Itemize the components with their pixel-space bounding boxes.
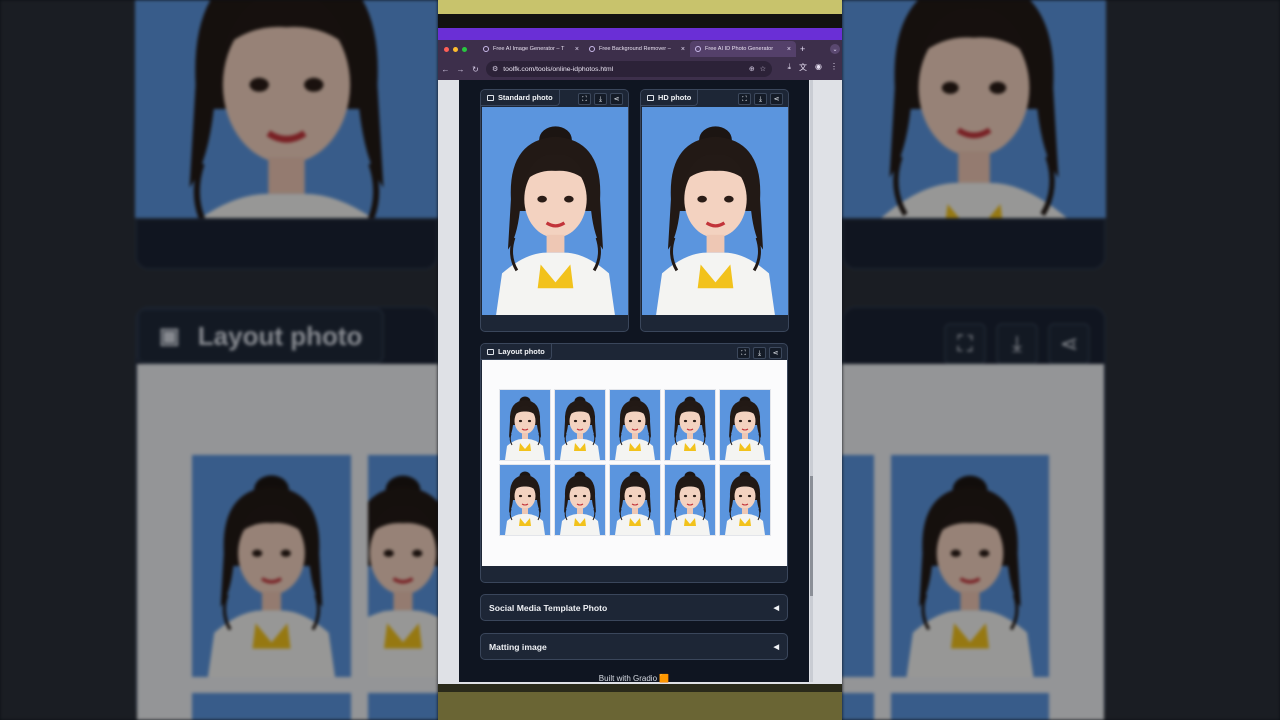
image-icon — [487, 94, 494, 101]
forward-icon[interactable]: → — [453, 65, 468, 74]
reload-icon[interactable]: ↻ — [468, 65, 483, 74]
tab-favicon-icon — [589, 46, 595, 52]
translate-icon[interactable]: 文 — [799, 62, 807, 73]
bg-photo-top-right — [842, 0, 1106, 218]
tab-favicon-icon — [483, 46, 489, 52]
layout-thumbnail — [664, 389, 716, 461]
layout-photo-card: Layout photo ⛶ ⤓ ⋖ — [480, 343, 788, 583]
footer-built-with[interactable]: Built with Gradio 🟧 — [459, 674, 809, 683]
tab-search-icon[interactable]: ⌄ — [830, 44, 840, 54]
layout-thumbnail — [664, 464, 716, 536]
close-window-icon[interactable] — [444, 46, 449, 52]
layout-thumbnail — [609, 464, 661, 536]
profile-icon[interactable]: ◉ — [815, 62, 822, 73]
tab-close-icon[interactable]: × — [575, 46, 579, 53]
stage: ▣ Layout photo ⛶ ⤓ ⋖ Free AI Image Gener… — [0, 0, 1280, 720]
layout-thumbnail — [499, 464, 551, 536]
layout-thumbnail — [499, 389, 551, 461]
tab-id-photo-generator[interactable]: Free AI ID Photo Generator × — [690, 41, 796, 57]
hd-photo-label: HD photo — [641, 90, 699, 106]
share-icon[interactable]: ⋖ — [610, 93, 623, 105]
back-icon[interactable]: ← — [438, 65, 453, 74]
layout-photo-image[interactable] — [482, 360, 787, 566]
site-info-icon[interactable]: ⚙ — [492, 65, 498, 73]
web-page: Standard photo ⛶ ⤓ ⋖ HD photo ⛶ ⤓ ⋖ Layo… — [438, 80, 842, 684]
address-row: ← → ↻ ⚙ toolfk.com/tools/online-idphotos… — [438, 59, 842, 79]
bg-photo-top-left — [135, 0, 438, 218]
layout-thumbnail — [609, 389, 661, 461]
tab-image-generator[interactable]: Free AI Image Generator – T × — [478, 41, 584, 57]
gradio-app: Standard photo ⛶ ⤓ ⋖ HD photo ⛶ ⤓ ⋖ Layo… — [459, 80, 809, 683]
browser-chrome: Free AI Image Generator – T × Free Backg… — [438, 40, 842, 80]
image-icon — [647, 94, 654, 101]
image-icon — [487, 348, 494, 355]
social-media-template-accordion[interactable]: Social Media Template Photo ◀ — [480, 594, 788, 621]
window-controls[interactable] — [438, 46, 478, 52]
tab-background-remover[interactable]: Free Background Remover – × — [584, 41, 690, 57]
matting-image-accordion[interactable]: Matting image ◀ — [480, 633, 788, 660]
minimize-window-icon[interactable] — [453, 46, 458, 52]
collapse-caret-icon[interactable]: ◀ — [774, 643, 779, 651]
layout-photo-label: Layout photo — [481, 344, 552, 360]
layout-thumbnail — [719, 464, 771, 536]
fullscreen-icon[interactable]: ⛶ — [578, 93, 591, 105]
download-icon[interactable]: ⤓ — [594, 93, 607, 105]
scrollbar-thumb[interactable] — [810, 476, 813, 596]
phone-screen: Free AI Image Generator – T × Free Backg… — [438, 0, 842, 720]
share-icon[interactable]: ⋖ — [769, 347, 782, 359]
collapse-caret-icon[interactable]: ◀ — [774, 604, 779, 612]
hd-photo-card: HD photo ⛶ ⤓ ⋖ — [640, 89, 789, 332]
bookmark-star-icon[interactable]: ☆ — [760, 65, 766, 73]
fullscreen-icon[interactable]: ⛶ — [737, 347, 750, 359]
url-text[interactable]: toolfk.com/tools/online-idphotos.html — [503, 66, 744, 73]
layout-thumbnail — [719, 389, 771, 461]
bg-layout-label: ▣ Layout photo — [137, 308, 385, 364]
tab-close-icon[interactable]: × — [681, 46, 685, 53]
standard-photo-label: Standard photo — [481, 90, 560, 106]
download-icon[interactable]: ⤓ — [753, 347, 766, 359]
downloads-icon[interactable]: ⤓ — [787, 62, 791, 73]
tab-close-icon[interactable]: × — [787, 46, 791, 53]
new-tab-button[interactable]: + — [800, 44, 805, 54]
tab-strip: Free AI Image Generator – T × Free Backg… — [438, 40, 842, 58]
tab-favicon-icon — [695, 46, 701, 52]
layout-thumbnail — [554, 464, 606, 536]
standard-photo-image[interactable] — [482, 107, 628, 315]
maximize-window-icon[interactable] — [462, 46, 467, 52]
layout-thumbnail — [554, 389, 606, 461]
download-icon[interactable]: ⤓ — [754, 93, 767, 105]
hd-photo-image[interactable] — [642, 107, 788, 315]
fullscreen-icon[interactable]: ⛶ — [738, 93, 751, 105]
share-icon[interactable]: ⋖ — [770, 93, 783, 105]
zoom-icon[interactable]: ⊕ — [749, 65, 755, 73]
standard-photo-card: Standard photo ⛶ ⤓ ⋖ — [480, 89, 629, 332]
address-bar[interactable]: ⚙ toolfk.com/tools/online-idphotos.html … — [486, 61, 772, 77]
menu-icon[interactable]: ⋮ — [830, 62, 838, 73]
